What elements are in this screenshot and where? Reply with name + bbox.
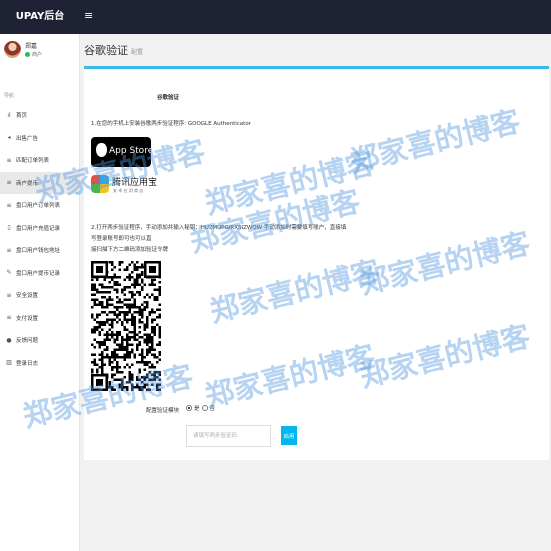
page-title-text: 谷歌验证 [84, 44, 128, 57]
config-module-label: 配置验证模块 [146, 408, 180, 414]
sidebar-item-label: 安全设置 [16, 293, 39, 300]
sidebar-item[interactable]: ● 反馈问题 [0, 329, 79, 352]
tencent-appstore-sub: 安 卓 应 用 商 店 [113, 188, 144, 193]
step1-instruction: 1.在您的手机上安装谷歌两步验证程序: GOOGLE Authenticator [91, 121, 251, 127]
file-icon: ▯ [7, 224, 11, 232]
sidebar-item-label: 盘口用户充值记录 [16, 225, 61, 232]
list-icon: ≡ [6, 201, 12, 209]
sidebar-nav: ıl 首页 ◂ 出售广告 ≡ 匹配订单列表 ≡ 商户提币 ≡ 盘口用户订单列表 ▯ 盘口用户充值记录 ≡… [0, 104, 79, 374]
sidebar-item[interactable]: ≡ 匹配订单列表 [0, 149, 79, 172]
menu-toggle-icon[interactable]: ≡ [84, 9, 96, 23]
sidebar-item-label: 出售广告 [16, 135, 39, 142]
apple-icon [96, 143, 107, 157]
sidebar-item[interactable]: ≡ 安全设置 [0, 284, 79, 307]
sidebar-item-label: 盘口用户订单列表 [16, 203, 61, 210]
step2-line1: 2.打开两步验证程序，手动添加并输入秘钥：HU2MUPGIRXSIZWQW 手动… [91, 225, 347, 242]
sidebar-item-label: 登录日志 [16, 360, 39, 367]
app-store-label: App Store [109, 146, 154, 156]
sidebar-section-label: 导航 [4, 93, 15, 99]
verification-code-input[interactable] [186, 425, 271, 447]
sidebar-item[interactable]: ◂ 出售广告 [0, 127, 79, 150]
step2-line2: 接扫描下方二维码添加验证令牌 [91, 247, 169, 253]
sidebar: 郑嘉 商户 导航 ıl 首页 ◂ 出售广告 ≡ 匹配订单列表 ≡ 商户提币 ≡ 盘口用户订单列表 ▯… [0, 34, 80, 551]
enable-radio-group: 是 否 [186, 404, 215, 412]
sidebar-item[interactable]: ✎ 盘口用户提币记录 [0, 262, 79, 285]
enable-button[interactable]: 启用 [281, 426, 297, 445]
sidebar-item-label: 支付设置 [16, 315, 39, 322]
bullhorn-icon: ◂ [7, 134, 11, 142]
sidebar-item-label: 盘口用户提币记录 [16, 270, 61, 277]
top-navbar: UPAY后台 ≡ [0, 0, 551, 34]
sidebar-item[interactable]: ≡ 盘口用户订单列表 [0, 194, 79, 217]
step2-instruction: 2.打开两步验证程序，手动添加并输入秘钥：HU2MUPGIRXSIZWQW 手动… [91, 223, 351, 256]
sidebar-item[interactable]: ≡ 支付设置 [0, 307, 79, 330]
sidebar-item-label: 反馈问题 [16, 338, 39, 345]
list-icon: ≡ [6, 156, 12, 164]
radio-yes-label: 是 [194, 406, 200, 412]
sidebar-item[interactable]: ≡ 商户提币 [0, 171, 79, 194]
sidebar-item-label: 盘口用户钱包地址 [16, 248, 61, 255]
tencent-appstore-name: 腾讯应用宝 [112, 178, 158, 188]
book-icon: ▥ [6, 359, 12, 367]
user-role: 商户 [32, 52, 43, 58]
radio-no-label: 否 [209, 406, 216, 412]
tencent-appstore-icon [91, 175, 109, 193]
page-title: 谷歌验证 配置 [84, 42, 143, 58]
avatar [4, 41, 21, 58]
edit-icon: ✎ [6, 269, 12, 277]
list-icon: ≡ [6, 291, 12, 299]
bar-chart-icon: ıl [7, 111, 11, 119]
sidebar-item[interactable]: ▯ 盘口用户充值记录 [0, 217, 79, 240]
radio-yes[interactable] [186, 405, 192, 411]
radio-no[interactable] [201, 405, 208, 411]
sidebar-item-label: 商户提币 [16, 180, 39, 187]
card-title: 谷歌验证 [157, 95, 180, 101]
user-status: 商户 [25, 51, 42, 58]
sidebar-item[interactable]: ıl 首页 [0, 104, 79, 127]
sidebar-item[interactable]: ≡ 盘口用户钱包地址 [0, 239, 79, 262]
online-status-icon [25, 52, 30, 57]
google-auth-card: 谷歌验证 1.在您的手机上安装谷歌两步验证程序: GOOGLE Authenti… [84, 66, 549, 460]
page-subtitle: 配置 [131, 49, 144, 56]
list-icon: ≡ [6, 179, 12, 187]
tencent-appstore-badge[interactable]: 腾讯应用宝 安 卓 应 用 商 店 [91, 173, 158, 197]
qr-code-image [91, 261, 161, 391]
sidebar-item-label: 首页 [16, 113, 28, 120]
sidebar-item[interactable]: ▥ 登录日志 [0, 352, 79, 375]
brand-logo[interactable]: UPAY后台 [0, 0, 80, 34]
app-store-badge[interactable]: App Store [91, 137, 154, 167]
sidebar-item-label: 匹配订单列表 [16, 158, 50, 165]
list-icon: ≡ [6, 314, 12, 322]
comment-icon: ● [6, 336, 12, 344]
user-name: 郑嘉 [25, 43, 38, 50]
list-icon: ≡ [6, 246, 12, 254]
